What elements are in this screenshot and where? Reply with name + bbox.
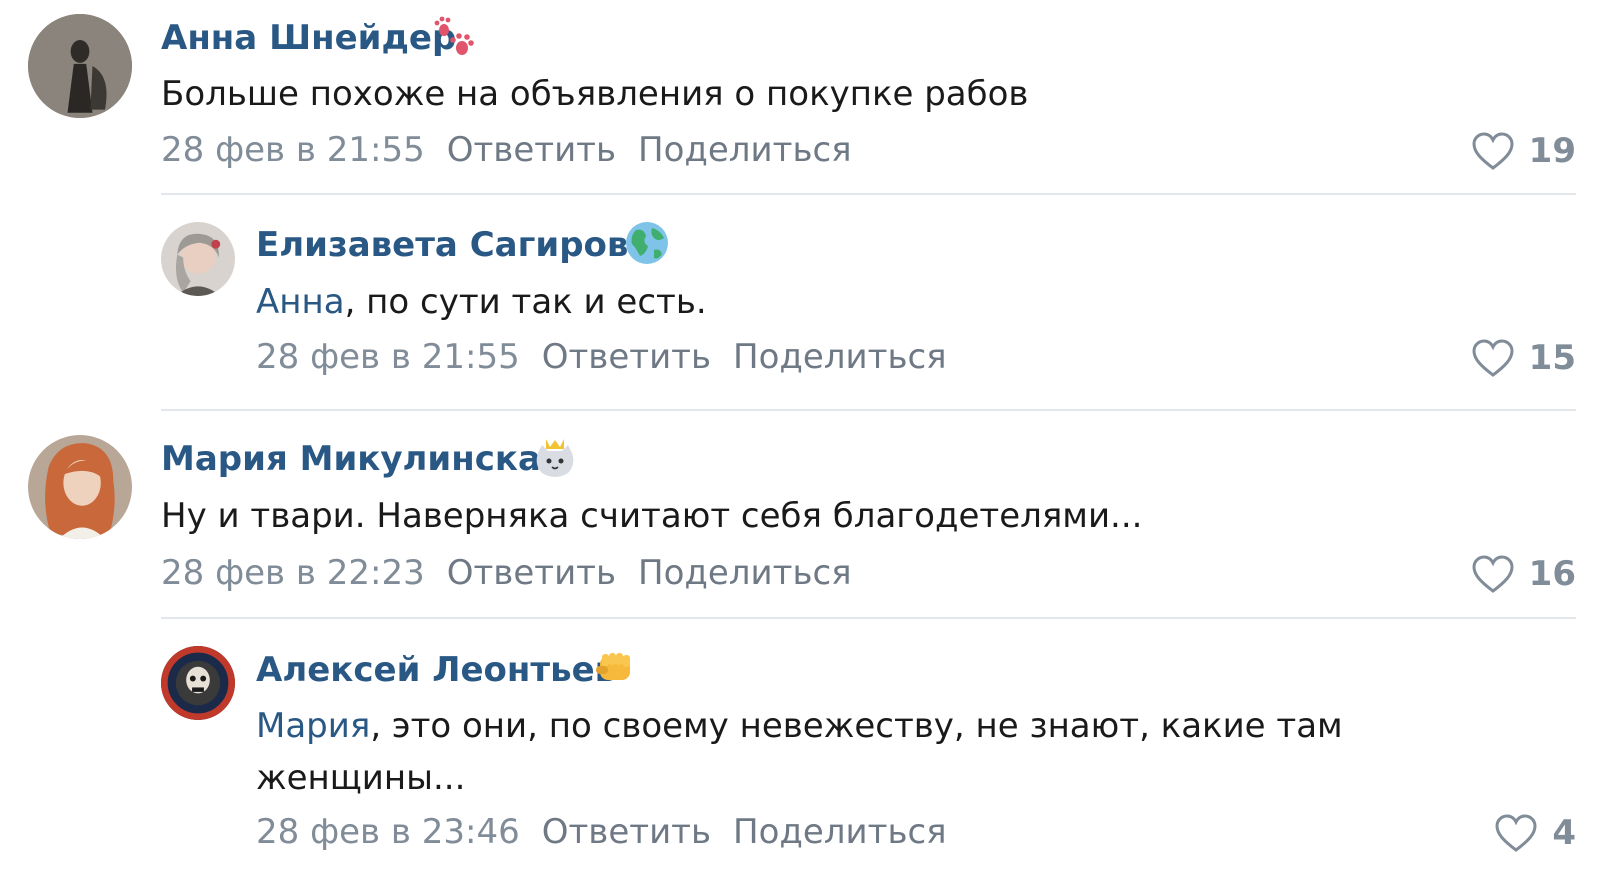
divider [161, 617, 1576, 619]
comment-text: Мария, это они, по своему невежеству, не… [256, 700, 1343, 752]
author-name[interactable]: Елизавета Сагирова [256, 225, 651, 265]
globe-icon [624, 220, 670, 266]
like-count: 4 [1552, 813, 1576, 853]
like-count: 15 [1528, 338, 1576, 378]
comment-text-body: Больше похоже на объявления о покупке ра… [161, 74, 1029, 114]
author-name[interactable]: Мария Микулинская [161, 439, 563, 479]
heart-icon [1472, 555, 1514, 593]
comment-text: Анна, по сути так и есть. [256, 276, 707, 328]
mention-link[interactable]: Анна [256, 282, 345, 322]
avatar[interactable] [28, 435, 132, 539]
comment-meta: 28 фев в 21:55 Ответить Поделиться [161, 130, 874, 170]
comment-text-body: , по сути так и есть. [344, 282, 707, 322]
like-button[interactable]: 4 [1494, 811, 1576, 855]
avatar[interactable] [161, 646, 235, 720]
avatar[interactable] [28, 14, 132, 118]
reply-button[interactable]: Ответить [542, 337, 711, 377]
like-button[interactable]: 19 [1471, 129, 1576, 173]
share-button[interactable]: Поделиться [733, 337, 947, 377]
mention-link[interactable]: Мария [256, 706, 370, 746]
like-button[interactable]: 16 [1471, 552, 1576, 596]
comment-meta: 28 фев в 22:23 Ответить Поделиться [161, 553, 874, 593]
like-count: 19 [1528, 131, 1576, 171]
fist-icon [592, 646, 638, 692]
divider [161, 193, 1576, 195]
comment-text: Ну и твари. Наверняка считают себя благо… [161, 490, 1142, 542]
paw-prints-icon [430, 14, 476, 60]
comment-text-line2: женщины... [256, 758, 466, 798]
author-name[interactable]: Алексей Леонтьев [256, 650, 616, 690]
crowned-cat-icon [532, 435, 578, 481]
heart-icon [1472, 339, 1514, 377]
comment-meta: 28 фев в 21:55 Ответить Поделиться [256, 337, 969, 377]
reply-button[interactable]: Ответить [542, 812, 711, 852]
comment-date[interactable]: 28 фев в 23:46 [256, 812, 520, 852]
reply-button[interactable]: Ответить [447, 553, 616, 593]
avatar[interactable] [161, 222, 235, 296]
comment-meta: 28 фев в 23:46 Ответить Поделиться [256, 812, 969, 852]
like-button[interactable]: 15 [1471, 336, 1576, 380]
share-button[interactable]: Поделиться [733, 812, 947, 852]
like-count: 16 [1528, 554, 1576, 594]
reply-button[interactable]: Ответить [447, 130, 616, 170]
heart-icon [1495, 814, 1537, 852]
comment-text-body: Ну и твари. Наверняка считают себя благо… [161, 496, 1143, 536]
comment-date[interactable]: 28 фев в 22:23 [161, 553, 425, 593]
share-button[interactable]: Поделиться [638, 130, 852, 170]
author-name[interactable]: Анна Шнейдер [161, 18, 456, 58]
comment-text-body: , это они, по своему невежеству, не знаю… [370, 706, 1343, 746]
comment-date[interactable]: 28 фев в 21:55 [256, 337, 520, 377]
heart-icon [1472, 132, 1514, 170]
divider [161, 409, 1576, 411]
comment-date[interactable]: 28 фев в 21:55 [161, 130, 425, 170]
share-button[interactable]: Поделиться [638, 553, 852, 593]
comment-text: Больше похоже на объявления о покупке ра… [161, 68, 1028, 120]
